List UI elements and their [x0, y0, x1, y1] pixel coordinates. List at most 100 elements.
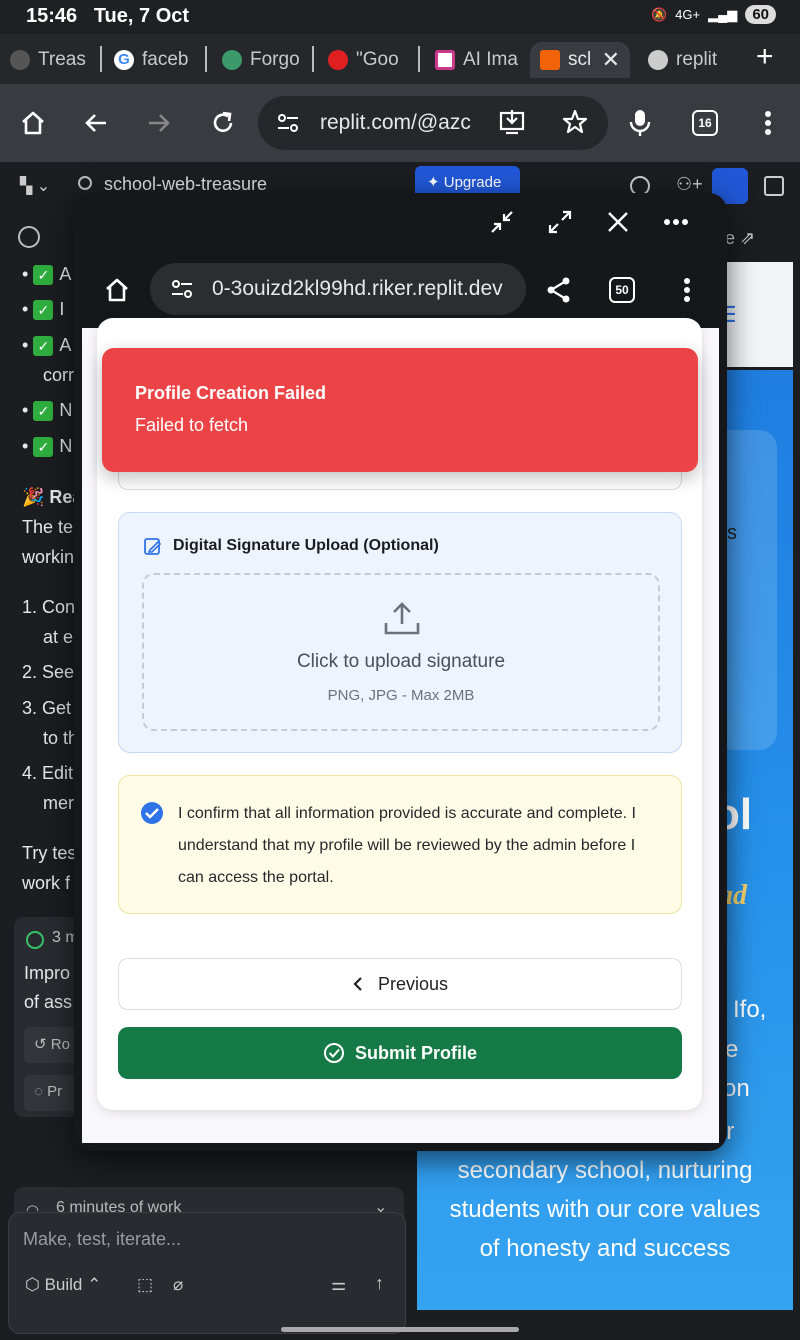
step: 3. Get [22, 698, 72, 718]
more-options-icon[interactable] [659, 205, 693, 239]
url-text: replit.com/@azc [320, 111, 471, 134]
list-item: • ✓ N [22, 400, 73, 422]
previous-label: Previous [377, 973, 449, 994]
paragraph: work f [22, 873, 71, 893]
tab-1[interactable]: Gfaceb [114, 42, 200, 78]
chevron-left-icon [353, 977, 362, 991]
build-mode-button[interactable]: ⬡ Build ⌃ [25, 1275, 101, 1295]
step: 2. See [22, 662, 75, 682]
browser-tab-strip: Treas Gfaceb Forgo "Goo AI Ima scl ✕ repl… [0, 34, 800, 84]
minimize-icon[interactable] [485, 205, 519, 239]
close-icon[interactable] [601, 205, 635, 239]
signature-upload-section: Digital Signature Upload (Optional) Clic… [118, 512, 682, 753]
popup-url-bar[interactable]: 0-3ouizd2kl99hd.riker.replit.dev [150, 263, 526, 315]
maximize-icon[interactable] [543, 205, 577, 239]
toast-message: Failed to fetch [135, 415, 249, 435]
hero-line: secondary school, nurturing [457, 1157, 753, 1184]
paragraph: The te [22, 517, 74, 537]
step: to th [43, 728, 79, 748]
send-icon[interactable]: ↑ [375, 1273, 384, 1294]
hero-fragment: s [727, 522, 737, 544]
popup-url-text: 0-3ouizd2kl99hd.riker.replit.dev [212, 277, 503, 300]
tab-3[interactable]: "Goo [328, 42, 414, 78]
reload-icon[interactable] [206, 106, 240, 140]
replit-menu-icon[interactable]: ▚ ⌄ [20, 176, 50, 196]
agent-chat-input[interactable]: Make, test, iterate... ⬡ Build ⌃ ⬚ ⌀ ⚌ ↑ [8, 1212, 406, 1334]
site-settings-icon[interactable] [170, 277, 194, 301]
checkpoint-text: Impro [24, 963, 71, 983]
battery-level: 60 [745, 5, 776, 24]
hero-text: Ifo, [733, 996, 767, 1023]
invite-icon[interactable]: ⚇+ [676, 174, 703, 195]
hero-text: on [723, 1075, 750, 1102]
settings-sliders-icon[interactable]: ⚌ [331, 1275, 346, 1295]
signature-section-title: Digital Signature Upload (Optional) [173, 537, 439, 554]
paragraph: workin [22, 547, 75, 567]
pinterest-icon [328, 50, 348, 70]
install-icon[interactable] [498, 108, 526, 136]
gesture-home-bar[interactable] [281, 1327, 519, 1332]
close-tab-icon[interactable]: ✕ [602, 47, 620, 73]
confirm-checkbox[interactable] [141, 802, 163, 824]
url-bar[interactable]: replit.com/@azc [258, 96, 608, 150]
paragraph: Try tes [22, 843, 77, 863]
browser-toolbar: replit.com/@azc 16 [0, 84, 800, 162]
tab-favicon [10, 50, 30, 70]
upload-label: Click to upload signature [296, 651, 506, 672]
signal-icon: ▂▄▆ [708, 6, 738, 22]
tab-active[interactable]: scl ✕ [530, 42, 630, 78]
overflow-menu-icon[interactable] [670, 273, 704, 307]
home-icon[interactable] [100, 273, 134, 307]
signature-dropzone[interactable]: Click to upload signature PNG, JPG - Max… [142, 573, 660, 731]
overflow-menu-icon[interactable] [751, 106, 785, 140]
status-icons: 🔕 4G+ ▂▄▆ 60 [651, 5, 776, 24]
tab-2[interactable]: Forgo [222, 42, 308, 78]
tab-0[interactable]: Treas [10, 42, 96, 78]
status-time: 15:46 Tue, 7 Oct [26, 5, 190, 27]
previous-button[interactable]: Previous [118, 958, 682, 1010]
select-element-icon[interactable]: ⬚ [137, 1275, 153, 1295]
project-name[interactable]: school-web-treasure [104, 174, 267, 195]
checkpoint-text: of ass [24, 992, 73, 1012]
check-circle-icon [26, 931, 44, 949]
list-item: • ✓ A [22, 335, 72, 357]
panel-toggle-icon[interactable] [764, 176, 784, 196]
tab-6[interactable]: replit [648, 42, 732, 78]
hero-text: e [725, 1036, 739, 1063]
site-settings-icon[interactable] [276, 111, 300, 135]
replit-icon [540, 50, 560, 70]
list-item: • ✓ I [22, 299, 65, 321]
step: 1. Con [22, 597, 76, 617]
home-icon[interactable] [16, 106, 50, 140]
back-icon[interactable] [79, 106, 113, 140]
list-item: • ✓ A [22, 264, 72, 286]
globe-icon [648, 50, 668, 70]
step: 4. Edit [22, 763, 74, 783]
attach-icon[interactable]: ⌀ [173, 1275, 183, 1295]
confirmation-box: I confirm that all information provided … [118, 775, 682, 914]
tab-switcher-button[interactable]: 50 [605, 273, 639, 307]
hero-line: students with our core values [449, 1196, 761, 1223]
check-circle-icon [323, 1043, 344, 1063]
tab-switcher-button[interactable]: 16 [688, 106, 722, 140]
confirm-text: I confirm that all information provided … [178, 805, 636, 886]
tab-favicon [222, 50, 242, 70]
step: at e [43, 627, 74, 647]
popup-browser-window: 0-3ouizd2kl99hd.riker.replit.dev 50 Full… [74, 193, 727, 1151]
submit-label: Submit Profile [354, 1042, 477, 1063]
forward-icon[interactable] [142, 106, 176, 140]
signature-pen-icon [143, 536, 163, 556]
microphone-icon[interactable] [623, 106, 657, 140]
submit-profile-button[interactable]: Submit Profile [118, 1027, 682, 1079]
history-icon[interactable] [18, 226, 40, 248]
upload-icon [383, 599, 421, 637]
list-item-cont: corr [43, 365, 74, 385]
bookmark-star-icon[interactable] [561, 108, 589, 136]
new-tab-icon[interactable]: + [756, 40, 774, 74]
tab-4[interactable]: AI Ima [435, 42, 521, 78]
network-label: 4G+ [675, 7, 701, 22]
error-toast[interactable]: Profile Creation Failed Failed to fetch [102, 348, 698, 472]
hero-line: of honesty and success [479, 1235, 731, 1262]
step: mer [43, 793, 74, 813]
share-icon[interactable] [542, 273, 576, 307]
